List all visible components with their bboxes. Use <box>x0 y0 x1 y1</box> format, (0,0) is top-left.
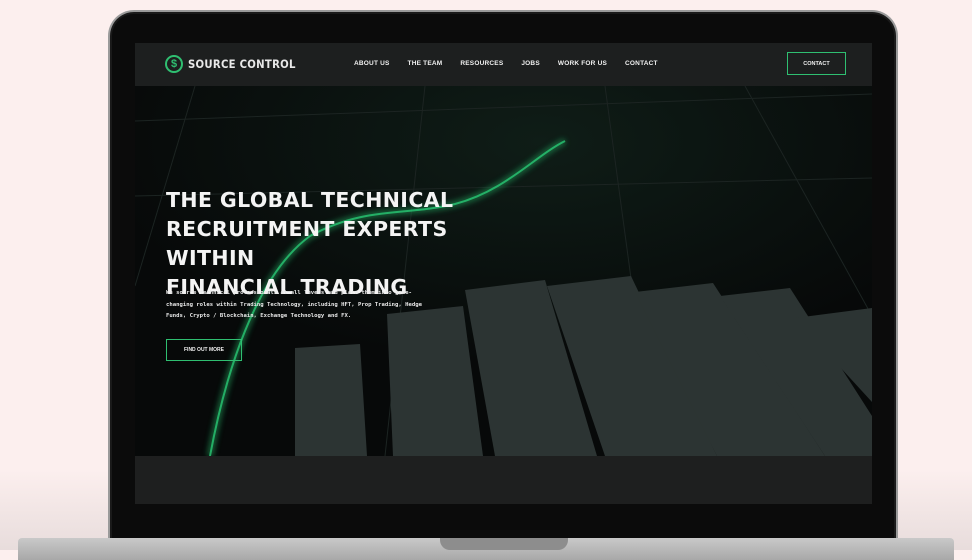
hero-description-line: changing roles within Trading Technology… <box>166 301 422 308</box>
hero-title: THE GLOBAL TECHNICAL RECRUITMENT EXPERTS… <box>166 186 526 302</box>
hero-title-line: THE GLOBAL TECHNICAL <box>166 188 454 212</box>
nav-link-jobs[interactable]: JOBS <box>521 60 540 67</box>
find-out-more-button[interactable]: FIND OUT MORE <box>166 339 242 361</box>
nav-link-about-us[interactable]: ABOUT US <box>354 60 390 67</box>
hero-description-line: We source technical professionals at all… <box>166 290 412 296</box>
logo-text: SOURCE CONTROL <box>188 57 296 71</box>
hero-description: We source technical professionals at all… <box>166 288 511 323</box>
contact-button[interactable]: CONTACT <box>787 52 846 75</box>
website-screen: $ SOURCE CONTROL ABOUT US THE TEAM RESOU… <box>135 43 872 504</box>
hero-description-line: Funds, Crypto / Blockchain, Exchange Tec… <box>166 313 352 319</box>
hero-title-line: RECRUITMENT EXPERTS WITHIN <box>166 217 448 270</box>
laptop-notch <box>440 538 568 550</box>
bar-1 <box>295 344 367 456</box>
nav-links: ABOUT US THE TEAM RESOURCES JOBS WORK FO… <box>354 60 658 67</box>
hero-bottom-strip <box>135 456 872 504</box>
nav-link-work-for-us[interactable]: WORK FOR US <box>558 60 607 67</box>
nav-link-the-team[interactable]: THE TEAM <box>408 60 443 67</box>
dollar-logo-icon: $ <box>165 55 183 73</box>
nav-link-contact[interactable]: CONTACT <box>625 60 658 67</box>
site-logo[interactable]: $ SOURCE CONTROL <box>165 55 310 73</box>
nav-link-resources[interactable]: RESOURCES <box>460 60 503 67</box>
top-navbar: $ SOURCE CONTROL ABOUT US THE TEAM RESOU… <box>135 43 872 86</box>
